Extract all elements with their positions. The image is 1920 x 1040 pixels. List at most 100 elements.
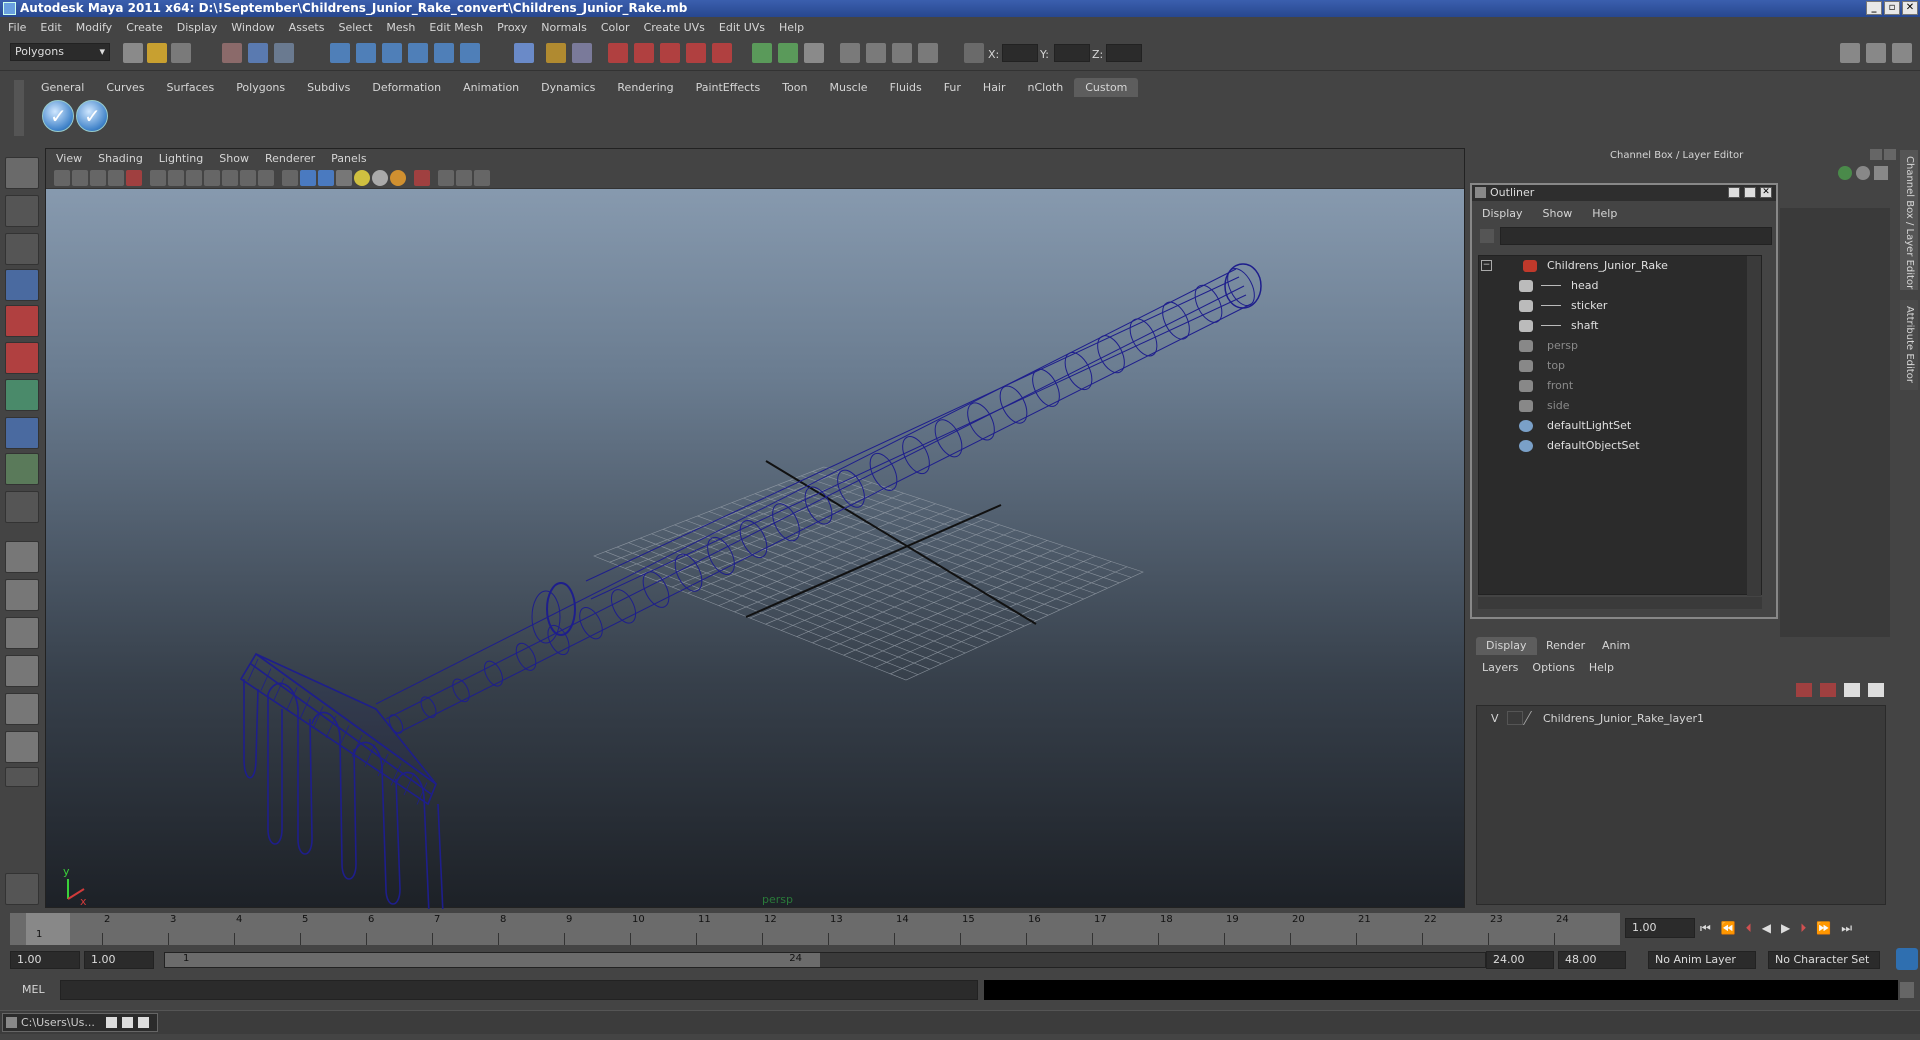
layer-color-swatch[interactable] xyxy=(1522,711,1544,725)
magnet-icon[interactable] xyxy=(608,43,628,63)
outliner-menu-help[interactable]: Help xyxy=(1592,207,1617,220)
select-hierarchy-icon[interactable] xyxy=(222,43,242,63)
shelf-tab-polygons[interactable]: Polygons xyxy=(225,78,296,97)
ipr-render-icon[interactable] xyxy=(866,43,886,63)
channel-box-key-icon[interactable] xyxy=(1838,166,1852,180)
shelf-tab-rendering[interactable]: Rendering xyxy=(606,78,684,97)
shelf-tab-painteffects[interactable]: PaintEffects xyxy=(685,78,772,97)
z-coord-field[interactable] xyxy=(1106,44,1142,62)
resolution-gate-icon[interactable] xyxy=(186,170,202,186)
mel-command-input[interactable] xyxy=(60,980,978,1000)
step-forward-key-icon[interactable]: ⏵ xyxy=(1800,921,1806,936)
new-scene-icon[interactable] xyxy=(123,43,143,63)
layer-row[interactable]: V Childrens_Junior_Rake_layer1 xyxy=(1481,710,1881,728)
paint-select-tool-icon[interactable] xyxy=(5,233,39,265)
snap-point-icon[interactable] xyxy=(382,43,402,63)
shelf-tab-hair[interactable]: Hair xyxy=(972,78,1017,97)
move-layer-down-icon[interactable] xyxy=(1820,683,1836,697)
step-back-icon[interactable]: ⏪ xyxy=(1721,921,1736,935)
shelf-tab-dynamics[interactable]: Dynamics xyxy=(530,78,606,97)
field-chart-icon[interactable] xyxy=(222,170,238,186)
minimized-window[interactable]: C:\Users\Us... xyxy=(2,1013,158,1032)
snap-grid-icon[interactable] xyxy=(330,43,350,63)
play-backwards-icon[interactable]: ◀ xyxy=(1762,921,1771,935)
snap-view-icon[interactable] xyxy=(460,43,480,63)
panel-close-button[interactable] xyxy=(1884,149,1896,160)
render-view-icon[interactable] xyxy=(840,43,860,63)
layer-menu-options[interactable]: Options xyxy=(1532,661,1574,674)
layer-menu-layers[interactable]: Layers xyxy=(1482,661,1518,674)
film-gate-icon[interactable] xyxy=(168,170,184,186)
xray-icon[interactable] xyxy=(438,170,454,186)
show-tool-settings-icon[interactable] xyxy=(1866,43,1886,63)
outliner-vertical-scrollbar[interactable] xyxy=(1747,256,1761,596)
outliner-menu-show[interactable]: Show xyxy=(1543,207,1573,220)
menu-set-dropdown[interactable]: Polygons ▾ xyxy=(10,43,110,61)
outliner-minimize-button[interactable] xyxy=(1728,187,1740,198)
outliner-filter-field[interactable] xyxy=(1500,227,1772,245)
wireframe-on-shaded-icon[interactable] xyxy=(318,170,334,186)
shelf-tab-general[interactable]: General xyxy=(30,78,95,97)
shelf-tab-surfaces[interactable]: Surfaces xyxy=(156,78,226,97)
snap-curve-icon[interactable] xyxy=(356,43,376,63)
viewport-menu-lighting[interactable]: Lighting xyxy=(159,152,203,165)
save-scene-icon[interactable] xyxy=(171,43,191,63)
select-component-icon[interactable] xyxy=(274,43,294,63)
shelf-tab-fur[interactable]: Fur xyxy=(933,78,972,97)
xray-components-icon[interactable] xyxy=(474,170,490,186)
play-forwards-icon[interactable]: ▶ xyxy=(1781,921,1790,935)
grid-icon[interactable] xyxy=(150,170,166,186)
menu-create-uvs[interactable]: Create UVs xyxy=(644,21,705,34)
camera-attributes-icon[interactable] xyxy=(72,170,88,186)
menu-edit-mesh[interactable]: Edit Mesh xyxy=(429,21,483,34)
empty-tool-slot[interactable] xyxy=(5,491,39,523)
select-object-icon[interactable] xyxy=(248,43,268,63)
show-attribute-editor-icon[interactable] xyxy=(1840,43,1860,63)
xray-joints-icon[interactable] xyxy=(456,170,472,186)
shelf-tab-deformation[interactable]: Deformation xyxy=(361,78,452,97)
channel-box-pin-icon[interactable] xyxy=(1874,166,1888,180)
menu-normals[interactable]: Normals xyxy=(541,21,587,34)
move-tool-icon[interactable] xyxy=(5,269,39,301)
scale-tool-icon[interactable] xyxy=(5,342,39,374)
viewport-menu-renderer[interactable]: Renderer xyxy=(265,152,315,165)
current-time-field[interactable]: 1.00 xyxy=(1625,918,1695,938)
quick-layout-icon[interactable] xyxy=(5,873,39,905)
new-layer-icon[interactable] xyxy=(1844,683,1860,697)
layer-tab-anim[interactable]: Anim xyxy=(1592,637,1640,655)
playback-end-field[interactable]: 24.00 xyxy=(1486,951,1554,969)
minimize-button[interactable]: _ xyxy=(1866,1,1882,15)
use-all-lights-icon[interactable] xyxy=(354,170,370,186)
bookmark-icon[interactable] xyxy=(90,170,106,186)
layer-display-type-toggle[interactable] xyxy=(1507,711,1523,725)
panel-float-button[interactable] xyxy=(1870,149,1882,160)
render-region-icon[interactable] xyxy=(752,43,772,63)
magnet-live-icon[interactable] xyxy=(712,43,732,63)
textured-icon[interactable] xyxy=(336,170,352,186)
animation-end-field[interactable]: 48.00 xyxy=(1558,951,1626,969)
side-tab-channel-box[interactable]: Channel Box / Layer Editor xyxy=(1900,150,1918,290)
magnet-point-icon[interactable] xyxy=(660,43,680,63)
menu-help[interactable]: Help xyxy=(779,21,804,34)
outliner-menu-display[interactable]: Display xyxy=(1482,207,1523,220)
layer-tab-render[interactable]: Render xyxy=(1536,637,1595,655)
menu-window[interactable]: Window xyxy=(231,21,274,34)
outliner-horizontal-scrollbar[interactable] xyxy=(1478,597,1762,609)
menu-modify[interactable]: Modify xyxy=(76,21,112,34)
outliner-list[interactable]: − Childrens_Junior_Rake head sticker sha… xyxy=(1478,255,1762,596)
menu-edit-uvs[interactable]: Edit UVs xyxy=(719,21,765,34)
layer-tab-display[interactable]: Display xyxy=(1476,637,1537,655)
side-tab-attribute-editor[interactable]: Attribute Editor xyxy=(1900,300,1918,390)
shelf-tab-muscle[interactable]: Muscle xyxy=(818,78,878,97)
anim-layer-dropdown[interactable]: No Anim Layer xyxy=(1648,951,1756,969)
hypershade-icon[interactable] xyxy=(892,43,912,63)
animation-start-field[interactable]: 1.00 xyxy=(10,951,80,969)
isolate-select-icon[interactable] xyxy=(414,170,430,186)
render-globals-icon[interactable] xyxy=(918,43,938,63)
hypershade-layout-icon[interactable] xyxy=(5,731,39,763)
menu-mesh[interactable]: Mesh xyxy=(386,21,415,34)
maximize-button[interactable] xyxy=(122,1017,133,1028)
shelf-tab-curves[interactable]: Curves xyxy=(95,78,155,97)
step-forward-icon[interactable]: ⏩ xyxy=(1816,921,1831,935)
rotate-tool-icon[interactable] xyxy=(5,305,39,337)
